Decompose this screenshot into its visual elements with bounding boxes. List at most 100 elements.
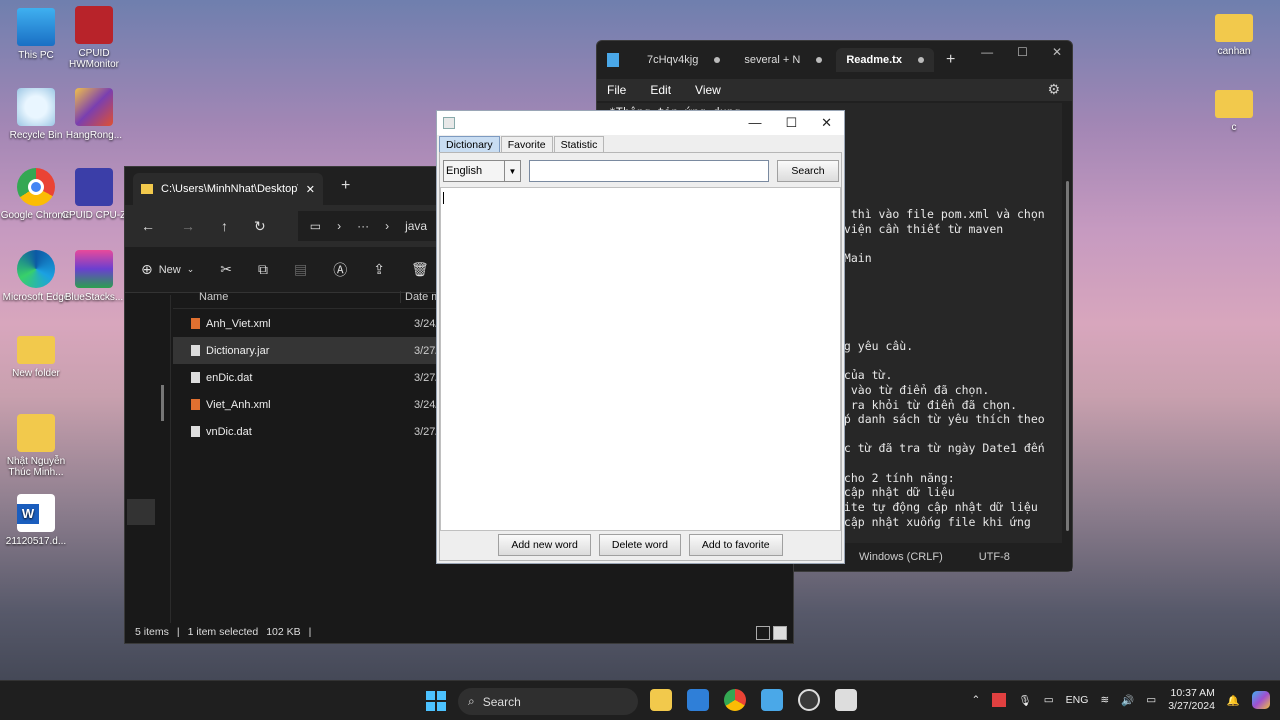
- desktop-icon-bluestacks[interactable]: BlueStacks...: [58, 250, 130, 303]
- refresh-icon[interactable]: ↻: [254, 218, 266, 235]
- edge-icon: [17, 250, 55, 288]
- vivaldi-icon[interactable]: [992, 693, 1007, 707]
- line-ending-status[interactable]: Windows (CRLF): [859, 551, 943, 563]
- add-new-word-button[interactable]: Add new word: [498, 534, 591, 556]
- new-button[interactable]: ⊕ New ⌄: [141, 261, 194, 278]
- delete-icon[interactable]: 🗑: [411, 261, 429, 278]
- language-select[interactable]: English ▼: [443, 160, 521, 182]
- desktop-icon-hangrong[interactable]: HangRong...: [58, 88, 130, 141]
- close-icon[interactable]: ✕: [821, 115, 832, 131]
- back-arrow-icon[interactable]: ←: [141, 218, 155, 234]
- folder-icon: [141, 184, 153, 194]
- desktop-icon-new-folder[interactable]: New folder: [0, 326, 72, 379]
- share-icon[interactable]: ⇪: [373, 261, 385, 278]
- desktop-icon-c[interactable]: c: [1198, 80, 1270, 133]
- maximize-icon[interactable]: ☐: [785, 115, 797, 131]
- rename-icon[interactable]: Ⓐ: [333, 260, 347, 280]
- tiles-view-icon[interactable]: [773, 626, 787, 640]
- menu-file[interactable]: File: [607, 83, 626, 97]
- menu-edit[interactable]: Edit: [650, 83, 671, 97]
- new-tab-icon[interactable]: +: [341, 177, 350, 195]
- item-count: 5 items: [135, 626, 169, 638]
- desktop-icon-user-folder[interactable]: Nhật Nguyễn Thúc Minh...: [0, 414, 76, 478]
- encoding-status[interactable]: UTF-8: [979, 551, 1010, 563]
- add-to-favorite-button[interactable]: Add to favorite: [688, 534, 783, 556]
- notepad-tab[interactable]: 7cHqv4kjg: [637, 48, 730, 72]
- dropdown-arrow-icon[interactable]: ▼: [504, 161, 520, 181]
- more-icon[interactable]: ···: [357, 219, 369, 233]
- chevron-down-icon: ⌄: [186, 264, 195, 274]
- clock[interactable]: 10:37 AM 3/27/2024: [1168, 687, 1215, 713]
- close-tab-icon[interactable]: ✕: [306, 183, 323, 196]
- notepad-tab[interactable]: several + N: [734, 48, 832, 72]
- battery-icon[interactable]: ▭: [1146, 694, 1156, 706]
- divider: |: [308, 626, 312, 638]
- paste-icon[interactable]: ▤: [294, 261, 307, 278]
- settings-gear-icon[interactable]: ⚙: [1047, 81, 1060, 98]
- text-line: ác từ đã tra từ ngày Date1 đến: [837, 441, 1045, 455]
- cut-icon[interactable]: ✂: [220, 261, 232, 278]
- search-input[interactable]: [529, 160, 769, 182]
- definition-text-area[interactable]: [440, 187, 841, 531]
- search-icon: ⌕: [468, 694, 475, 708]
- notepad-app-icon: [607, 53, 619, 67]
- menu-view[interactable]: View: [695, 83, 721, 97]
- display-icon[interactable]: ▭: [1044, 694, 1054, 706]
- nav-selected-item[interactable]: [127, 499, 155, 525]
- text-line: n thì vào file pom.xml và chọn: [837, 207, 1045, 221]
- tab-favorite[interactable]: Favorite: [500, 136, 553, 153]
- maximize-icon[interactable]: ☐: [1017, 45, 1028, 59]
- microphone-icon[interactable]: 🎙: [1018, 694, 1031, 707]
- unsaved-dot-icon: [714, 57, 721, 63]
- notification-bell-icon[interactable]: 🔔: [1227, 694, 1240, 707]
- start-button-icon[interactable]: [426, 691, 446, 711]
- search-button[interactable]: Search: [777, 160, 839, 182]
- text-line: ng yêu cầu.: [837, 339, 914, 353]
- java-icon[interactable]: [835, 689, 857, 711]
- column-name[interactable]: Name: [173, 290, 401, 303]
- folder-icon: [17, 336, 55, 364]
- copy-icon[interactable]: ⧉: [258, 261, 268, 278]
- desktop-icon-label: BlueStacks...: [64, 292, 124, 303]
- notepad-tab-active[interactable]: Readme.tx: [836, 48, 934, 72]
- file-explorer-icon[interactable]: [650, 689, 672, 711]
- monitor-icon: [17, 8, 55, 46]
- column-date[interactable]: Date m: [401, 291, 440, 303]
- up-arrow-icon[interactable]: ↑: [221, 218, 228, 234]
- notepad-icon[interactable]: [761, 689, 783, 711]
- text-line: ) vào từ điển đã chọn.: [837, 383, 990, 397]
- file-name: Viet_Anh.xml: [206, 398, 271, 411]
- desktop-icon-cpuz[interactable]: CPUID CPU-Z: [58, 168, 130, 221]
- tab-dictionary[interactable]: Dictionary: [439, 136, 500, 153]
- nav-scrollbar[interactable]: [161, 385, 164, 421]
- forward-arrow-icon[interactable]: →: [181, 218, 195, 234]
- desktop-icon-word-doc[interactable]: 21120517.d...: [0, 494, 72, 547]
- copilot-icon[interactable]: [1252, 691, 1270, 709]
- minimize-icon[interactable]: —: [981, 45, 993, 59]
- new-tab-icon[interactable]: +: [938, 51, 963, 69]
- breadcrumb-java[interactable]: java: [405, 219, 427, 233]
- mail-icon[interactable]: [687, 689, 709, 711]
- taskbar-apps: [650, 689, 857, 711]
- text-caret: [443, 192, 444, 204]
- language-indicator[interactable]: ENG: [1066, 694, 1089, 706]
- explorer-tab[interactable]: C:\Users\MinhNhat\Desktop\c ✕: [133, 173, 323, 205]
- obs-icon[interactable]: [798, 689, 820, 711]
- pc-icon: ▭: [309, 219, 322, 233]
- minimize-icon[interactable]: —: [748, 115, 761, 131]
- chevron-up-icon[interactable]: ⌃: [972, 694, 981, 706]
- chrome-icon[interactable]: [724, 689, 746, 711]
- details-view-icon[interactable]: [756, 626, 770, 640]
- volume-icon[interactable]: 🔊: [1121, 694, 1134, 707]
- wifi-icon[interactable]: ≋: [1100, 694, 1109, 706]
- close-icon[interactable]: ✕: [1052, 45, 1062, 59]
- tab-statistic[interactable]: Statistic: [553, 136, 605, 153]
- notepad-scrollbar[interactable]: [1066, 181, 1069, 531]
- delete-word-button[interactable]: Delete word: [598, 534, 681, 556]
- desktop-icon-hwmonitor[interactable]: CPUID HWMonitor: [58, 6, 130, 70]
- desktop-icon-label: canhan: [1217, 46, 1251, 57]
- taskbar-search[interactable]: ⌕ Search: [458, 688, 638, 715]
- desktop-icon-canhan[interactable]: canhan: [1198, 4, 1270, 57]
- navigation-pane[interactable]: [125, 295, 171, 623]
- plus-circle-icon: ⊕: [141, 261, 153, 277]
